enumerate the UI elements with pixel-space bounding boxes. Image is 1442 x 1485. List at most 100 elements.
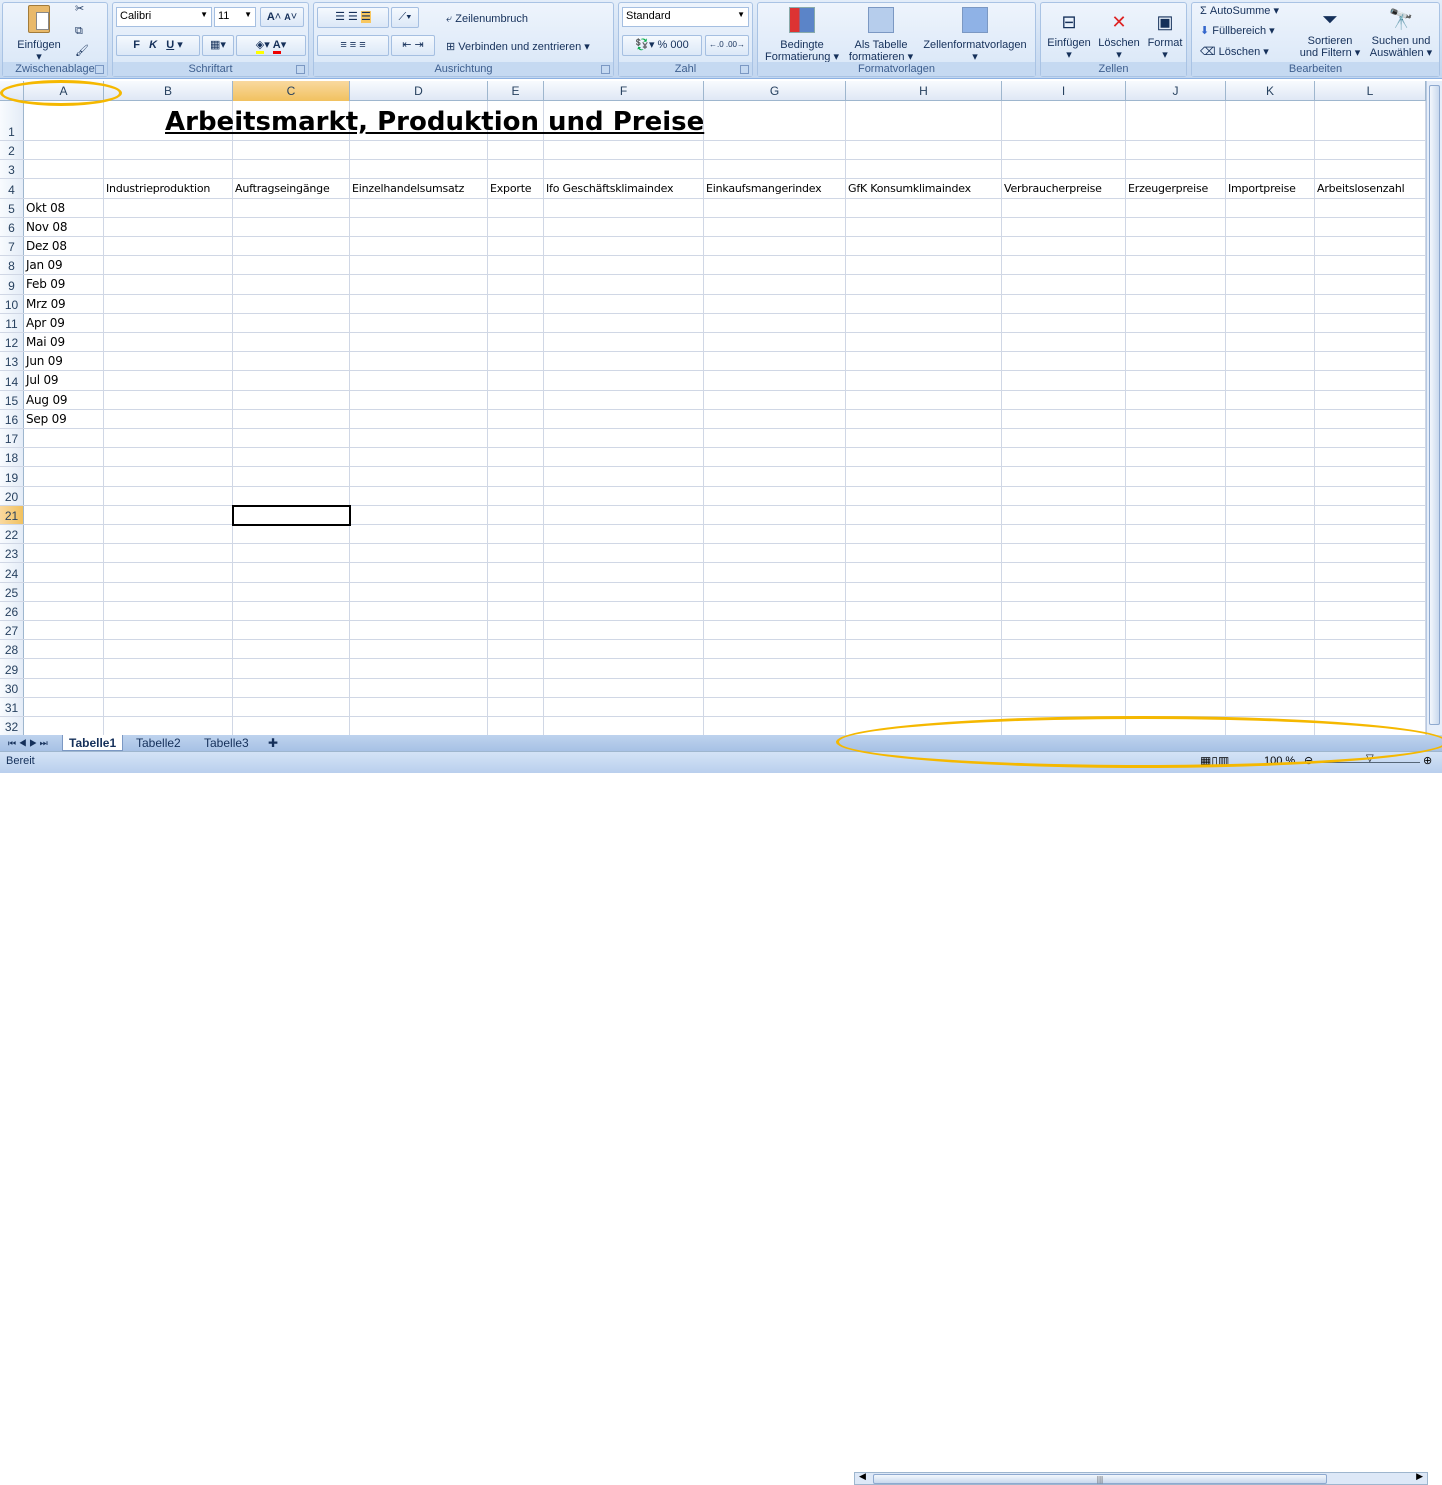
cell-B30[interactable] [104, 678, 233, 697]
cell-H24[interactable] [846, 563, 1002, 582]
vertical-align-buttons[interactable]: ☰ ☰ ☰ [317, 7, 389, 28]
dialog-launcher-icon[interactable] [296, 65, 305, 74]
row-header[interactable]: 19 [0, 467, 24, 486]
cell-C11[interactable] [233, 313, 350, 332]
cell-I8[interactable] [1002, 256, 1126, 275]
cell-K2[interactable] [1226, 141, 1315, 160]
cell-L9[interactable] [1315, 275, 1426, 294]
cell-K17[interactable] [1226, 429, 1315, 448]
cell-A15[interactable]: Aug 09 [24, 390, 104, 409]
cell-E27[interactable] [488, 621, 544, 640]
cell-D27[interactable] [350, 621, 488, 640]
cell-H9[interactable] [846, 275, 1002, 294]
cell-A2[interactable] [24, 141, 104, 160]
cell-D16[interactable] [350, 409, 488, 428]
paste-button[interactable]: Einfügen ▾ [17, 5, 61, 63]
cell-E26[interactable] [488, 601, 544, 620]
row-header[interactable]: 4 [0, 179, 24, 198]
clear-button[interactable]: ⌫ Löschen ▾ [1200, 46, 1269, 58]
cell-F31[interactable] [544, 697, 704, 716]
cell-L6[interactable] [1315, 217, 1426, 236]
cell-styles-button[interactable]: Zellenformatvorlagen ▾ [918, 7, 1032, 63]
cell-L31[interactable] [1315, 697, 1426, 716]
cell-F12[interactable] [544, 333, 704, 352]
format-painter-icon[interactable]: 🖌 [75, 45, 89, 57]
dialog-launcher-icon[interactable] [95, 65, 104, 74]
cell-K4[interactable]: Importpreise [1226, 179, 1315, 198]
cell-A6[interactable]: Nov 08 [24, 217, 104, 236]
row-header[interactable]: 9 [0, 275, 24, 294]
cell-B32[interactable] [104, 717, 233, 735]
cell-C26[interactable] [233, 601, 350, 620]
number-format-buttons[interactable]: 💱▾ % 000 [622, 35, 702, 56]
cell-K28[interactable] [1226, 640, 1315, 659]
cell-B29[interactable] [104, 659, 233, 678]
cell-L14[interactable] [1315, 371, 1426, 390]
indent-buttons[interactable]: ⇤ ⇥ [391, 35, 435, 56]
fill-color-icon[interactable]: ◈ [255, 39, 265, 54]
column-header-H[interactable]: H [846, 81, 1002, 101]
cell-F22[interactable] [544, 525, 704, 544]
cell-J29[interactable] [1126, 659, 1226, 678]
cell-H32[interactable] [846, 717, 1002, 735]
cell-K29[interactable] [1226, 659, 1315, 678]
row-header[interactable]: 29 [0, 659, 24, 678]
horizontal-scroll-thumb[interactable]: ||| [873, 1474, 1327, 1484]
cell-A31[interactable] [24, 697, 104, 716]
cell-E29[interactable] [488, 659, 544, 678]
cell-C6[interactable] [233, 217, 350, 236]
row-header[interactable]: 8 [0, 256, 24, 275]
cell-I14[interactable] [1002, 371, 1126, 390]
cell-D11[interactable] [350, 313, 488, 332]
tab-tabelle2[interactable]: Tabelle2 [130, 735, 187, 751]
cell-I27[interactable] [1002, 621, 1126, 640]
cell-F23[interactable] [544, 544, 704, 563]
cell-L26[interactable] [1315, 601, 1426, 620]
cell-L32[interactable] [1315, 717, 1426, 735]
cell-G3[interactable] [704, 160, 846, 179]
cell-D20[interactable] [350, 486, 488, 505]
cell-E2[interactable] [488, 141, 544, 160]
cell-I24[interactable] [1002, 563, 1126, 582]
cell-H14[interactable] [846, 371, 1002, 390]
cell-I11[interactable] [1002, 313, 1126, 332]
cell-F24[interactable] [544, 563, 704, 582]
cell-B6[interactable] [104, 217, 233, 236]
cell-H5[interactable] [846, 198, 1002, 217]
cell-H1[interactable] [846, 101, 1002, 140]
cell-C2[interactable] [233, 141, 350, 160]
cell-H2[interactable] [846, 141, 1002, 160]
cell-E22[interactable] [488, 525, 544, 544]
column-header-E[interactable]: E [488, 81, 544, 101]
cell-A8[interactable]: Jan 09 [24, 256, 104, 275]
cell-G21[interactable] [704, 505, 846, 524]
cell-G27[interactable] [704, 621, 846, 640]
cell-K6[interactable] [1226, 217, 1315, 236]
cell-B14[interactable] [104, 371, 233, 390]
cell-D21[interactable] [350, 505, 488, 524]
cell-J9[interactable] [1126, 275, 1226, 294]
row-header[interactable]: 23 [0, 544, 24, 563]
font-grow-shrink-button[interactable]: A˄ A˅ [260, 7, 304, 27]
cell-A13[interactable]: Jun 09 [24, 352, 104, 371]
cell-G29[interactable] [704, 659, 846, 678]
cell-K8[interactable] [1226, 256, 1315, 275]
cell-I23[interactable] [1002, 544, 1126, 563]
cell-G19[interactable] [704, 467, 846, 486]
cell-B21[interactable] [104, 505, 233, 524]
tab-tabelle1[interactable]: Tabelle1 [62, 735, 124, 751]
cell-K20[interactable] [1226, 486, 1315, 505]
cell-C19[interactable] [233, 467, 350, 486]
zoom-out-button[interactable]: ⊖ [1304, 754, 1313, 767]
cell-G32[interactable] [704, 717, 846, 735]
cell-E25[interactable] [488, 582, 544, 601]
cell-C31[interactable] [233, 697, 350, 716]
cell-G13[interactable] [704, 352, 846, 371]
cell-H8[interactable] [846, 256, 1002, 275]
cell-L23[interactable] [1315, 544, 1426, 563]
cell-A26[interactable] [24, 601, 104, 620]
cell-J19[interactable] [1126, 467, 1226, 486]
row-header[interactable]: 2 [0, 141, 24, 160]
cell-A17[interactable] [24, 429, 104, 448]
cell-H16[interactable] [846, 409, 1002, 428]
